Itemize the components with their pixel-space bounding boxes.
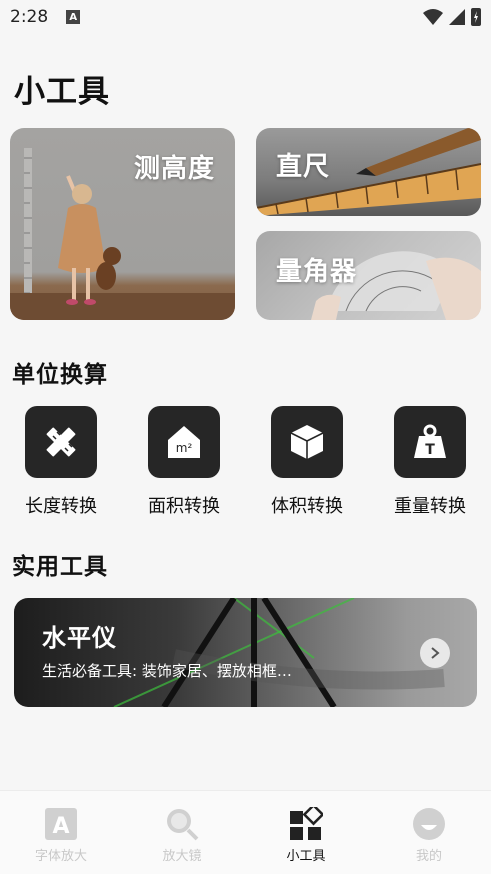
unit-grid: 长度转换 m² 面积转换 体积转换 T 重量转换 (0, 406, 491, 526)
ruler-tool-card[interactable]: 直尺 (256, 128, 481, 216)
ruler-tool-label: 直尺 (276, 152, 331, 182)
area-convert-item[interactable]: m² 面积转换 (129, 406, 239, 518)
status-icons (423, 8, 481, 26)
nav-magnifier-label: 放大镜 (162, 849, 202, 864)
area-convert-label: 面积转换 (148, 496, 220, 517)
volume-convert-item[interactable]: 体积转换 (252, 406, 362, 518)
protractor-tool-card[interactable]: 量角器 (256, 231, 481, 320)
svg-text:T: T (425, 442, 435, 458)
svg-text:A: A (52, 814, 69, 839)
level-tool-card[interactable]: 水平仪 生活必备工具: 装饰家居、摆放相框… (14, 598, 477, 707)
nav-tools[interactable]: 小工具 (261, 807, 351, 864)
house-m2-icon: m² (148, 406, 220, 478)
nav-font-enlarge[interactable]: A 字体放大 (16, 807, 106, 864)
tools-grid-icon (290, 807, 323, 840)
unit-section-title: 单位换算 (12, 362, 108, 388)
font-a-icon: A (45, 808, 77, 840)
bottom-nav: A 字体放大 放大镜 小工具 我的 (0, 790, 491, 874)
weight-icon: T (394, 406, 466, 478)
battery-icon (471, 8, 481, 26)
weight-convert-item[interactable]: T 重量转换 (375, 406, 485, 518)
cube-icon (271, 406, 343, 478)
level-tool-subtitle: 生活必备工具: 装饰家居、摆放相框… (42, 662, 292, 680)
protractor-tool-label: 量角器 (276, 257, 358, 287)
wifi-icon (423, 9, 443, 25)
height-tool-card[interactable]: 测高度 (10, 128, 235, 320)
signal-icon (449, 9, 465, 25)
height-tool-label: 测高度 (133, 154, 215, 184)
nav-font-enlarge-label: 字体放大 (34, 849, 87, 864)
svg-text:m²: m² (176, 441, 193, 455)
profile-icon (413, 808, 445, 840)
status-bar: 2:28 A (0, 0, 491, 34)
page-title: 小工具 (14, 74, 110, 110)
nav-magnifier[interactable]: 放大镜 (137, 807, 227, 864)
length-convert-item[interactable]: 长度转换 (6, 406, 116, 518)
notification-icon: A (66, 10, 81, 24)
status-time: 2:28 (10, 7, 49, 27)
volume-convert-label: 体积转换 (271, 496, 343, 517)
length-convert-label: 长度转换 (25, 496, 97, 517)
magnifier-icon (167, 809, 199, 841)
practical-section-title: 实用工具 (12, 554, 108, 580)
ruler-pencil-icon (25, 406, 97, 478)
nav-profile[interactable]: 我的 (384, 807, 474, 864)
nav-profile-label: 我的 (415, 849, 442, 864)
chevron-right-icon[interactable] (420, 638, 450, 668)
level-tool-title: 水平仪 (42, 624, 117, 652)
weight-convert-label: 重量转换 (394, 496, 466, 517)
nav-tools-label: 小工具 (286, 849, 326, 864)
